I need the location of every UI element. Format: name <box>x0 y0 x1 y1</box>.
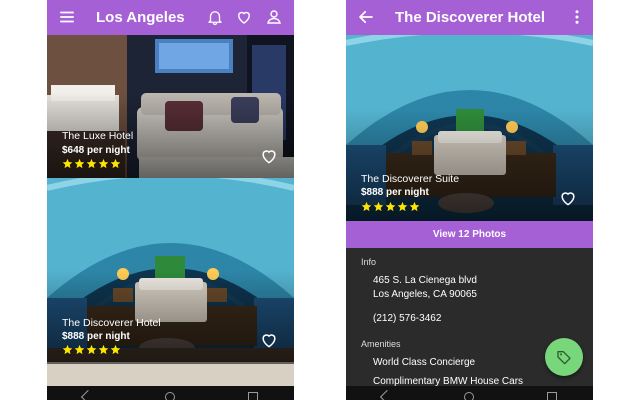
rating-stars <box>361 201 420 212</box>
hotel-price: $648 per night <box>62 145 130 156</box>
favorite-heart-icon[interactable] <box>558 188 578 208</box>
bell-icon[interactable] <box>204 6 226 28</box>
system-nav-bar <box>47 386 294 400</box>
hotel-price: $888 per night <box>62 331 130 342</box>
app-bar: Los Angeles <box>47 0 294 35</box>
suite-price: $888 per night <box>361 187 429 198</box>
suite-name: The Discoverer Suite <box>361 173 460 185</box>
star-icon <box>373 201 384 212</box>
star-icon <box>62 344 73 355</box>
tag-icon <box>557 351 571 365</box>
rating-stars <box>62 158 121 169</box>
star-icon <box>98 158 109 169</box>
hotel-card[interactable]: The Discoverer Hotel $888 per night <box>47 178 294 388</box>
hotel-name: The Luxe Hotel <box>62 130 134 142</box>
star-icon <box>110 158 121 169</box>
hotel-name: The Discoverer Hotel <box>62 317 161 329</box>
more-vert-icon[interactable] <box>566 6 588 28</box>
nav-back-icon[interactable] <box>380 389 395 400</box>
star-icon <box>74 158 85 169</box>
system-nav-bar <box>346 386 593 400</box>
info-section-label: Info <box>361 257 377 267</box>
favorite-heart-icon[interactable] <box>259 330 279 350</box>
address-line-2: Los Angeles, CA 90065 <box>373 289 477 300</box>
nav-recents-icon[interactable] <box>247 392 258 400</box>
star-icon <box>86 158 97 169</box>
heart-icon[interactable] <box>233 6 255 28</box>
view-photos-button[interactable]: View 12 Photos <box>346 221 593 248</box>
account-icon[interactable] <box>263 6 285 28</box>
star-icon <box>397 201 408 212</box>
amenity-item: World Class Concierge <box>373 357 476 368</box>
star-icon <box>62 158 73 169</box>
menu-icon[interactable] <box>56 6 78 28</box>
nav-back-icon[interactable] <box>81 389 96 400</box>
hotel-title: The Discoverer Hotel <box>395 9 546 26</box>
city-title: Los Angeles <box>96 9 185 26</box>
favorite-heart-icon[interactable] <box>259 146 279 166</box>
phone-number[interactable]: (212) 576-3462 <box>373 313 441 324</box>
back-arrow-icon[interactable] <box>355 6 377 28</box>
nav-home-icon[interactable] <box>464 392 475 400</box>
suite-hero: The Discoverer Suite $888 per night <box>346 35 593 221</box>
stage: Los Angeles The Luxe Hotel $648 per nigh… <box>0 0 640 400</box>
star-icon <box>409 201 420 212</box>
amenities-section-label: Amenities <box>361 339 401 349</box>
star-icon <box>361 201 372 212</box>
star-icon <box>86 344 97 355</box>
star-icon <box>98 344 109 355</box>
star-icon <box>385 201 396 212</box>
hotel-list-screen: Los Angeles The Luxe Hotel $648 per nigh… <box>47 0 294 400</box>
star-icon <box>110 344 121 355</box>
nav-recents-icon[interactable] <box>546 392 557 400</box>
rating-stars <box>62 344 121 355</box>
book-fab-button[interactable] <box>545 338 583 376</box>
nav-home-icon[interactable] <box>165 392 176 400</box>
hotel-detail-screen: The Discoverer Hotel The Discoverer Suit… <box>346 0 593 400</box>
app-bar: The Discoverer Hotel <box>346 0 593 35</box>
hotel-card[interactable]: The Luxe Hotel $648 per night <box>47 35 294 178</box>
address-line-1: 465 S. La Cienega blvd <box>373 275 477 286</box>
star-icon <box>74 344 85 355</box>
